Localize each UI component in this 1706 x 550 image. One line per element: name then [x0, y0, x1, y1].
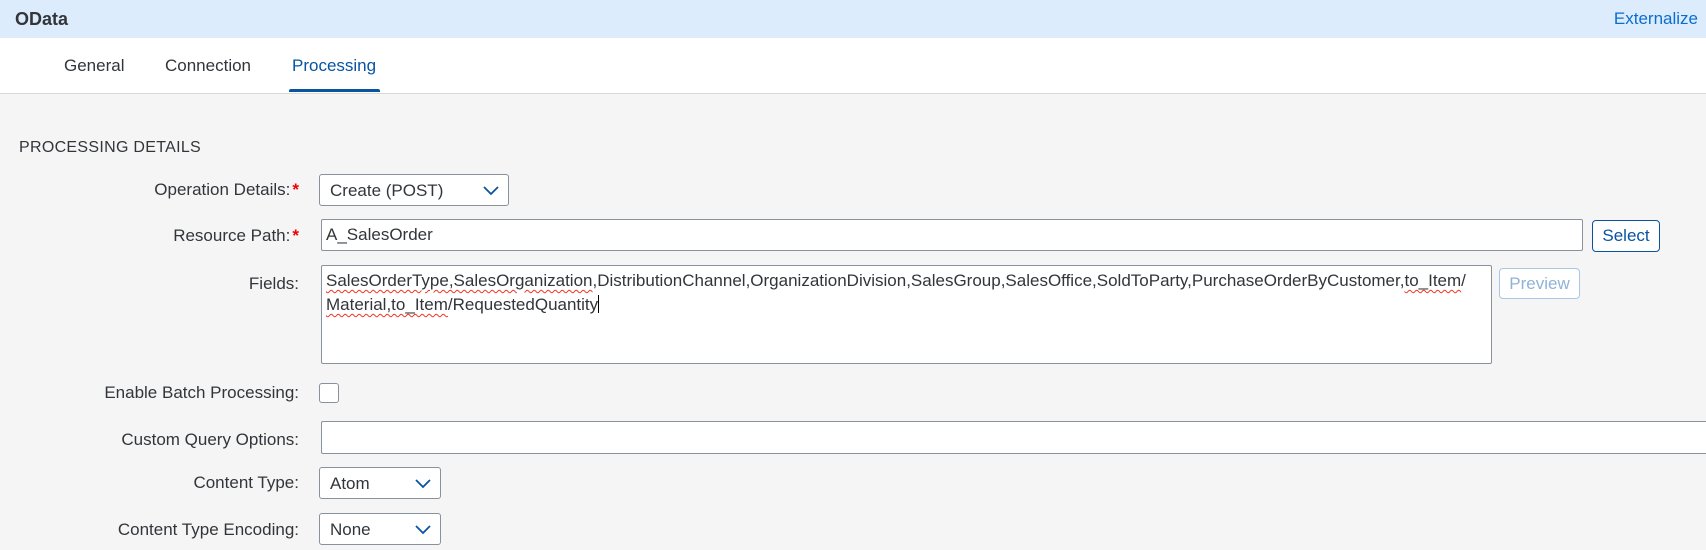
- custom-query-input[interactable]: [321, 421, 1706, 454]
- chevron-down-icon: [483, 186, 499, 196]
- fields-textarea[interactable]: SalesOrderType,SalesOrganization,Distrib…: [321, 265, 1492, 364]
- fields-value-part2: ,DistributionChannel,OrganizationDivisio…: [592, 271, 1405, 290]
- fields-value: SalesOrderType,SalesOrganization,Distrib…: [326, 269, 1483, 317]
- fields-value-part1: SalesOrderType,SalesOrganization: [326, 271, 593, 290]
- tab-connection[interactable]: Connection: [165, 56, 251, 76]
- operation-details-label-text: Operation Details:: [154, 180, 291, 199]
- section-title: PROCESSING DETAILS: [19, 139, 202, 156]
- fields-value-part5: Material,to_Item: [326, 295, 448, 314]
- content-type-select[interactable]: Atom: [319, 467, 441, 499]
- tab-general[interactable]: General: [64, 56, 124, 76]
- tab-bar: General Connection Processing: [0, 38, 1706, 94]
- chevron-down-icon: [415, 525, 431, 535]
- fields-value-part6: /RequestedQuantity: [447, 295, 599, 314]
- content-type-value: Atom: [330, 474, 370, 493]
- content-type-encoding-label: Content Type Encoding:: [117, 520, 299, 539]
- fields-value-part4: /: [1461, 271, 1466, 290]
- tab-processing[interactable]: Processing: [292, 56, 376, 76]
- fields-label: Fields:: [248, 274, 299, 293]
- resource-path-input[interactable]: A_SalesOrder: [321, 219, 1583, 251]
- resource-path-label: Resource Path: *: [173, 226, 299, 246]
- content-type-label: Content Type:: [193, 473, 299, 492]
- select-button[interactable]: Select: [1592, 220, 1660, 252]
- chevron-down-icon: [415, 479, 431, 489]
- preview-button[interactable]: Preview: [1499, 268, 1580, 299]
- content-type-encoding-select[interactable]: None: [319, 513, 441, 545]
- operation-details-value: Create (POST): [330, 181, 444, 200]
- resource-path-value: A_SalesOrder: [326, 225, 433, 244]
- externalize-link[interactable]: Externalize: [1614, 9, 1698, 29]
- batch-processing-label: Enable Batch Processing:: [104, 383, 299, 402]
- required-marker: *: [292, 226, 299, 245]
- operation-details-label: Operation Details: *: [154, 180, 299, 200]
- app-title: OData: [15, 9, 69, 29]
- fields-value-part3: to_Item: [1404, 271, 1462, 290]
- title-bar: OData Externalize: [0, 0, 1706, 38]
- operation-details-select[interactable]: Create (POST): [319, 174, 509, 206]
- custom-query-label: Custom Query Options:: [121, 430, 299, 449]
- batch-processing-checkbox[interactable]: [319, 383, 339, 403]
- active-tab-indicator: [289, 89, 380, 92]
- required-marker: *: [292, 180, 299, 199]
- content-type-encoding-value: None: [330, 520, 371, 539]
- resource-path-label-text: Resource Path:: [173, 226, 291, 245]
- text-caret: [598, 295, 600, 313]
